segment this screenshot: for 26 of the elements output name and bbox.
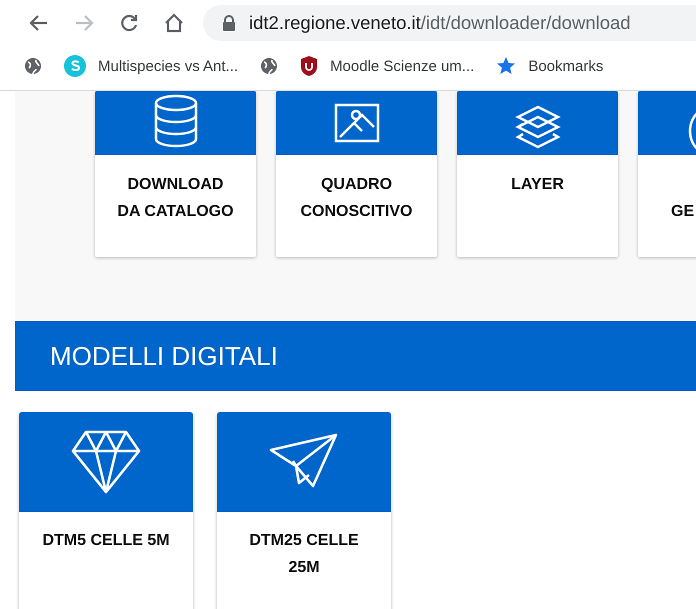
- model-card[interactable]: DTM25 CELLE 25M: [217, 412, 391, 609]
- bookmark-item[interactable]: Multispecies vs Ant...: [64, 55, 238, 77]
- category-card[interactable]: DOWNLOAD DA CATALOGO: [95, 91, 256, 257]
- shield-icon: [300, 55, 318, 77]
- category-card[interactable]: QUADRO CONOSCITIVO: [276, 91, 437, 257]
- category-card[interactable]: GE: [638, 91, 696, 257]
- globe-icon: [24, 57, 42, 75]
- card-label: DOWNLOAD DA CATALOGO: [117, 176, 234, 220]
- card-label: DTM25 CELLE 25M: [249, 532, 359, 576]
- section-title: MODELLI DIGITALI: [50, 340, 278, 372]
- bookmark-item[interactable]: Moodle Scienze um...: [300, 55, 474, 77]
- card-label: DTM5 CELLE 5M: [42, 532, 170, 549]
- category-card[interactable]: LAYER: [457, 91, 618, 257]
- bookmark-item[interactable]: [24, 57, 42, 75]
- home-icon: [163, 12, 185, 34]
- model-card[interactable]: DTM5 CELLE 5M: [19, 412, 193, 609]
- lock-icon: [222, 14, 236, 30]
- card-label: LAYER: [511, 176, 564, 193]
- globe-icon: [260, 57, 278, 75]
- bookmark-item[interactable]: Bookmarks: [496, 56, 604, 76]
- card-label: GE: [671, 203, 694, 220]
- card-label: QUADRO CONOSCITIVO: [300, 176, 412, 220]
- address-bar[interactable]: idt2.regione.veneto.it/idt/downloader/download: [203, 4, 696, 40]
- logo-icon: [64, 55, 86, 77]
- bookmark-item[interactable]: [260, 57, 278, 75]
- star-icon: [496, 56, 516, 76]
